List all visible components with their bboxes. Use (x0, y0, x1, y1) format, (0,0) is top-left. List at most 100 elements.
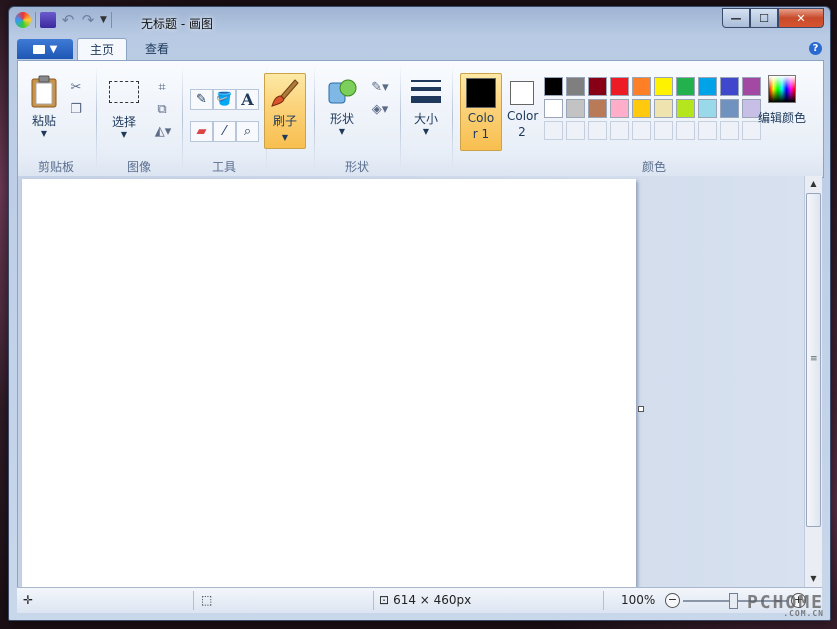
maximize-button[interactable]: ☐ (750, 8, 778, 28)
group-image: 选择 ▼ ⌗ ⧉ ◭▾ 图像 (98, 61, 180, 177)
palette-empty-slot[interactable] (544, 121, 563, 140)
palette-empty-slot[interactable] (610, 121, 629, 140)
selection-size-icon: ⬚ (201, 593, 213, 607)
palette-empty-slot[interactable] (632, 121, 651, 140)
redo-icon[interactable]: ↷ (80, 12, 96, 28)
watermark-logo: PCHOME .COM.CN (747, 592, 824, 618)
rainbow-icon (768, 75, 796, 103)
resize-icon[interactable]: ⧉ (154, 101, 170, 117)
status-divider (373, 591, 374, 610)
color2-button[interactable]: Color 2 (502, 73, 542, 149)
magnifier-icon[interactable]: ⌕ (236, 121, 259, 142)
chevron-down-icon: ▼ (49, 43, 58, 55)
group-clipboard: 粘贴 ▼ ✂ ❐ 剪贴板 (18, 61, 94, 177)
palette-swatch[interactable] (588, 77, 607, 96)
palette-swatch[interactable] (698, 99, 717, 118)
edit-colors-button[interactable]: 编辑颜色 (756, 75, 808, 126)
group-tools: ✎ 🪣 A ▰ ⁄ ⌕ 工具 (184, 61, 264, 177)
close-button[interactable]: ✕ (778, 8, 824, 28)
undo-icon[interactable]: ↶ (60, 12, 76, 28)
palette-swatch[interactable] (654, 77, 673, 96)
palette-empty-slot[interactable] (654, 121, 673, 140)
palette-swatch[interactable] (588, 99, 607, 118)
cursor-position-icon: ✛ (23, 593, 34, 607)
crop-icon[interactable]: ⌗ (154, 79, 170, 95)
group-label-colors: 颜色 (641, 160, 666, 174)
size-label: 大小 (413, 112, 438, 126)
ribbon-tabs: ▼ 主页 查看 ? (17, 38, 822, 61)
save-icon[interactable] (40, 12, 56, 28)
copy-icon[interactable]: ❐ (68, 101, 84, 117)
zoom-out-icon[interactable]: − (665, 593, 680, 608)
chevron-down-icon: ▼ (422, 127, 430, 136)
palette-swatch[interactable] (676, 77, 695, 96)
text-tool-icon[interactable]: A (236, 89, 259, 110)
shapes-label: 形状 (329, 112, 354, 126)
outline-icon[interactable]: ✎▾ (368, 79, 392, 95)
title-bar[interactable]: ↶ ↷ ▼ 无标题 - 画图 — ☐ ✕ (9, 7, 830, 37)
drawing-canvas[interactable] (22, 179, 636, 587)
canvas-size-text: 614 × 460px (393, 593, 472, 607)
minimize-button[interactable]: — (722, 8, 750, 28)
canvas-size-icon: ⊡ (379, 593, 390, 607)
palette-swatch[interactable] (698, 77, 717, 96)
palette-swatch[interactable] (544, 99, 563, 118)
paste-button[interactable]: 粘贴 ▼ (24, 75, 64, 139)
palette-empty-slot[interactable] (566, 121, 585, 140)
select-button[interactable]: 选择 ▼ (104, 81, 144, 140)
brushes-button[interactable]: 刷子 ▼ (264, 73, 306, 149)
group-separator (96, 65, 97, 171)
palette-empty-slot[interactable] (698, 121, 717, 140)
pencil-icon[interactable]: ✎ (190, 89, 213, 110)
help-icon[interactable]: ? (809, 42, 822, 55)
palette-empty-slot[interactable] (676, 121, 695, 140)
color2-swatch (510, 81, 534, 105)
group-separator (182, 65, 183, 171)
scroll-down-icon[interactable]: ▼ (805, 571, 822, 587)
palette-swatch[interactable] (566, 77, 585, 96)
color-palette (544, 77, 764, 147)
group-separator (400, 65, 401, 171)
paint-window: ↶ ↷ ▼ 无标题 - 画图 — ☐ ✕ ▼ 主页 查看 ? 粘贴 ▼ ✂ ❐ … (8, 6, 831, 621)
palette-swatch[interactable] (632, 77, 651, 96)
status-bar: ✛ ⬚ ⊡ 614 × 460px 100% − + (17, 587, 822, 613)
canvas-size-readout: ⊡ 614 × 460px (379, 593, 471, 607)
chevron-down-icon: ▼ (120, 130, 128, 139)
tab-home[interactable]: 主页 (77, 38, 127, 61)
group-label-clipboard: 剪贴板 (37, 160, 74, 174)
cut-icon[interactable]: ✂ (68, 79, 84, 95)
paint-app-icon[interactable] (15, 12, 31, 28)
shapes-button[interactable]: 形状 ▼ (322, 77, 362, 137)
group-label-shapes: 形状 (344, 160, 369, 174)
scroll-up-icon[interactable]: ▲ (805, 176, 822, 192)
palette-swatch[interactable] (566, 99, 585, 118)
palette-swatch[interactable] (720, 99, 739, 118)
palette-empty-slot[interactable] (720, 121, 739, 140)
size-button[interactable]: 大小 ▼ (406, 77, 446, 137)
fill-icon[interactable]: ◈▾ (368, 101, 392, 117)
palette-swatch[interactable] (676, 99, 695, 118)
brush-icon (271, 79, 299, 107)
tab-view[interactable]: 查看 (133, 38, 181, 60)
customize-qat-icon[interactable]: ▼ (100, 15, 107, 25)
color1-button[interactable]: Color 1 (460, 73, 502, 151)
eraser-icon[interactable]: ▰ (190, 121, 213, 142)
color-picker-icon[interactable]: ⁄ (213, 121, 236, 142)
chevron-down-icon: ▼ (338, 127, 346, 136)
paint-menu-button[interactable]: ▼ (17, 39, 73, 59)
palette-swatch[interactable] (720, 77, 739, 96)
palette-empty-slot[interactable] (588, 121, 607, 140)
vertical-scrollbar[interactable]: ▲ ≡ ▼ (804, 176, 822, 587)
palette-swatch[interactable] (610, 77, 629, 96)
scrollbar-thumb[interactable]: ≡ (806, 193, 821, 527)
zoom-slider-knob[interactable] (729, 593, 738, 609)
line-size-icon (411, 80, 441, 103)
fill-bucket-icon[interactable]: 🪣 (213, 89, 236, 110)
palette-swatch[interactable] (610, 99, 629, 118)
palette-swatch[interactable] (544, 77, 563, 96)
canvas-resize-handle[interactable] (638, 406, 644, 412)
status-divider (603, 591, 604, 610)
palette-swatch[interactable] (654, 99, 673, 118)
palette-swatch[interactable] (632, 99, 651, 118)
rotate-icon[interactable]: ◭▾ (152, 123, 174, 139)
